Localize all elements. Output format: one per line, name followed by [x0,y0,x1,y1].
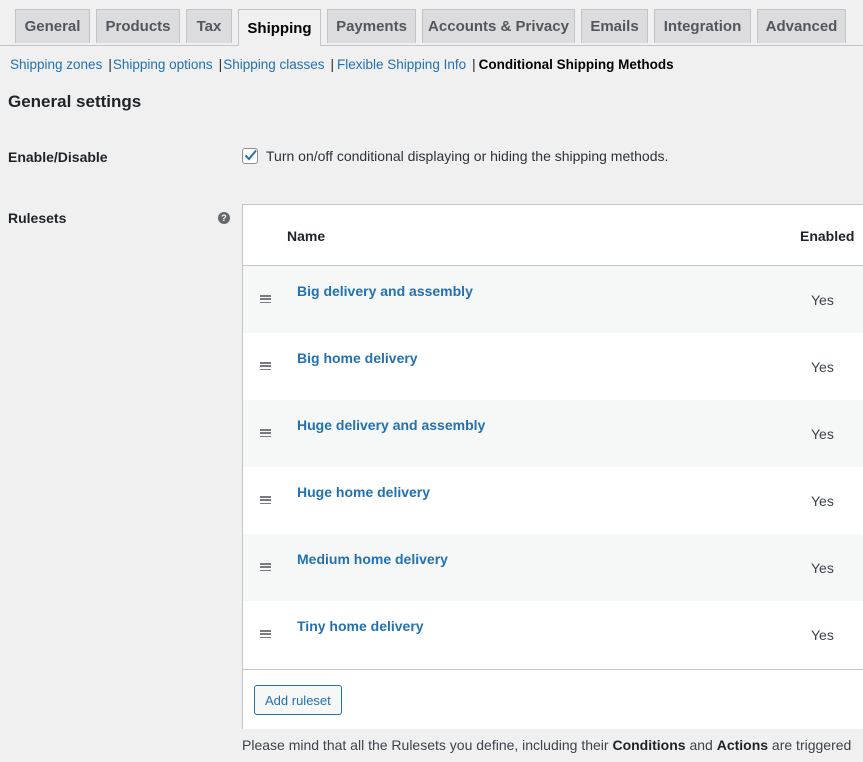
subnav-shipping-options[interactable]: Shipping options [113,57,213,72]
subnav-separator: | [218,56,223,72]
enable-checkbox[interactable] [242,148,258,164]
ruleset-name-link[interactable]: Big delivery and assembly [297,283,473,299]
drag-handle-icon[interactable] [260,362,271,371]
table-header: Name Enabled [243,205,863,266]
subnav-shipping-classes[interactable]: Shipping classes [223,57,324,72]
tab-accounts-privacy[interactable]: Accounts & Privacy [422,9,575,43]
ruleset-enabled-value: Yes [811,292,834,308]
ruleset-enabled-value: Yes [811,560,834,576]
enable-disable-label: Enable/Disable [8,149,108,165]
table-row: Medium home delivery Yes [243,534,863,601]
help-icon[interactable]: ? [218,212,230,224]
ruleset-enabled-value: Yes [811,493,834,509]
column-header-name: Name [287,228,326,244]
tab-general[interactable]: General [15,9,90,43]
subnav-flexible-shipping-info[interactable]: Flexible Shipping Info [337,57,466,72]
table-row: Tiny home delivery Yes [243,601,863,668]
ruleset-name-link[interactable]: Huge home delivery [297,484,430,500]
enable-description: Turn on/off conditional displaying or hi… [266,148,669,164]
subnav-separator: | [108,56,112,72]
drag-handle-icon[interactable] [260,295,271,304]
table-row: Big home delivery Yes [243,333,863,400]
tab-products[interactable]: Products [96,9,180,43]
section-title: General settings [8,92,142,111]
drag-handle-icon[interactable] [260,563,271,572]
settings-tabs: General Products Tax Shipping Payments A… [0,9,863,46]
rulesets-note: Please mind that all the Rulesets you de… [242,737,852,753]
shipping-subnav: Shipping zones | Shipping options | Ship… [10,55,674,73]
subnav-separator: | [472,56,476,72]
tab-shipping[interactable]: Shipping [238,9,321,46]
enable-row: Turn on/off conditional displaying or hi… [242,148,668,164]
tab-advanced[interactable]: Advanced [757,9,846,43]
ruleset-name-link[interactable]: Medium home delivery [297,551,448,567]
column-header-enabled: Enabled [800,228,855,244]
drag-handle-icon[interactable] [260,496,271,505]
table-row: Big delivery and assembly Yes [243,266,863,333]
tab-integration[interactable]: Integration [654,9,751,43]
subnav-conditional-shipping-methods: Conditional Shipping Methods [478,56,674,72]
ruleset-enabled-value: Yes [811,359,834,375]
checkmark-icon [244,149,257,161]
tab-emails[interactable]: Emails [581,9,648,43]
settings-page: General Products Tax Shipping Payments A… [0,0,863,762]
drag-handle-icon[interactable] [260,429,271,438]
table-row: Huge home delivery Yes [243,467,863,534]
subnav-shipping-zones[interactable]: Shipping zones [10,57,102,72]
subnav-separator: | [330,56,335,72]
add-ruleset-button[interactable]: Add ruleset [254,685,342,715]
ruleset-enabled-value: Yes [811,426,834,442]
ruleset-name-link[interactable]: Tiny home delivery [297,618,424,634]
table-row: Huge delivery and assembly Yes [243,400,863,467]
ruleset-name-link[interactable]: Big home delivery [297,350,418,366]
rulesets-label: Rulesets [8,210,67,226]
tab-tax[interactable]: Tax [186,9,232,43]
ruleset-name-link[interactable]: Huge delivery and assembly [297,417,485,433]
drag-handle-icon[interactable] [260,630,271,639]
tab-payments[interactable]: Payments [327,9,416,43]
ruleset-enabled-value: Yes [811,627,834,643]
rulesets-table: Name Enabled Big delivery and assembly Y… [242,204,863,729]
table-footer: Add ruleset [243,669,863,729]
